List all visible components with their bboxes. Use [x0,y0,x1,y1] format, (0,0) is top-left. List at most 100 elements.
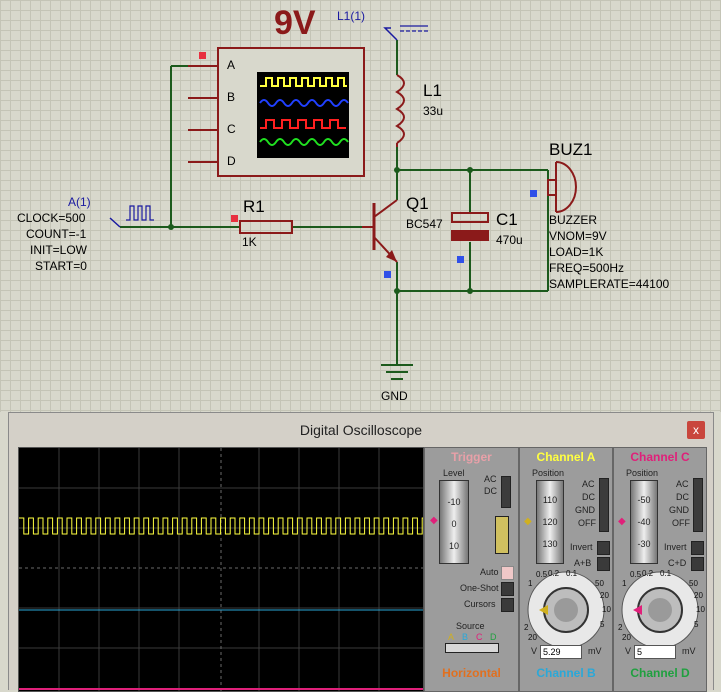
dial-tick: 2 [524,623,529,632]
level-tick: 0 [451,519,457,529]
auto-button[interactable] [501,566,514,580]
auto-label: Auto [480,567,499,577]
scope-pin-a-label: A [227,58,236,72]
supply-voltage-label: 9V [274,4,316,42]
position-tick: 130 [542,539,558,549]
cursors-button[interactable] [501,598,514,612]
dial-tick: 0.1 [660,569,672,578]
dial-tick: 50 [689,579,698,588]
channel-c-dc: DC [676,492,689,502]
channel-a-off: OFF [578,518,596,528]
scope-display[interactable] [18,447,424,692]
trigger-level-drum[interactable]: -10 0 10 [439,480,469,564]
trigger-dc-label: DC [484,486,497,496]
channel-c-gnd: GND [669,505,689,515]
one-shot-button[interactable] [501,582,514,596]
position-tick: -30 [637,539,651,549]
channel-a-panel: Channel A Position 110 120 130 ◆ AC DC G… [519,447,613,692]
transistor-ref: Q1 [406,194,429,213]
buzzer-prop: VNOM=9V [549,229,607,243]
dial-tick: 0.5 [630,570,642,579]
trigger-panel: Trigger Level -10 0 10 ◆ AC DC Auto One-… [424,447,519,692]
source-b: B [462,632,469,642]
scope-pin-b-label: B [227,90,236,104]
channel-a-unit-v: V [531,646,538,656]
dial-tick: 1 [622,579,627,588]
scope-pin-d-label: D [227,154,236,168]
dial-tick: 5 [600,620,605,629]
dial-tick: 2 [618,623,623,632]
one-shot-label: One-Shot [460,583,499,593]
position-tick: -50 [637,495,651,505]
channel-c-unit-mv: mV [682,646,696,656]
channel-a-position-label: Position [532,468,565,478]
channel-a-coupling-switch[interactable] [599,478,609,532]
channel-a-header: Channel A [536,450,596,464]
channel-c-panel: Channel C Position -50 -40 -30 ◆ AC DC G… [613,447,707,692]
dial-tick: 0.1 [566,569,578,578]
channel-a-gnd: GND [575,505,595,515]
channel-a-trace [19,517,423,535]
source-slider[interactable] [445,643,499,653]
source-a: A [448,632,455,642]
trigger-edge-switch[interactable] [495,516,509,554]
dial-tick: 0.5 [536,570,548,579]
dial-tick: 50 [595,579,604,588]
dial-tick: 0.2 [642,569,654,578]
dial-tick: 20 [694,591,703,600]
buzzer-prop: FREQ=500Hz [549,261,625,275]
channel-a-position-arrow-icon: ◆ [524,516,532,527]
channel-a-invert-label: Invert [570,542,593,552]
close-button[interactable]: x [687,421,705,439]
level-tick: -10 [447,497,461,507]
generator-prop: CLOCK=500 [17,211,86,225]
level-arrow-icon: ◆ [430,515,438,526]
ground-label: GND [381,389,408,403]
transistor-value: BC547 [406,217,443,231]
source-d: D [490,632,497,642]
channel-a-value-field[interactable]: 5.29 [540,645,582,659]
channel-c-ac: AC [676,479,689,489]
channel-a-invert-button[interactable] [597,541,610,555]
source-c: C [476,632,483,642]
channel-c-value-field[interactable]: 5 [634,645,676,659]
source-label: Source [456,621,485,631]
level-tick: 10 [448,541,459,551]
channel-a-unit-mv: mV [588,646,602,656]
inductor-value: 33u [423,104,444,118]
channel-c-coupling-switch[interactable] [693,478,703,532]
schematic-canvas[interactable]: 9V L1(1) A B C D L1 33u Q1 BC547 C1 470u… [0,0,721,412]
generator-prop: INIT=LOW [30,243,88,257]
terminal-l1-label: L1(1) [337,9,366,23]
channel-a-position-drum[interactable]: 110 120 130 [536,480,564,564]
inductor-ref: L1 [423,81,442,100]
scope-pin-c-label: C [227,122,236,136]
trigger-header: Trigger [451,450,492,464]
channel-a-dc: DC [582,492,595,502]
position-tick: 120 [542,517,558,527]
trigger-ac-label: AC [484,474,497,484]
channel-d-header: Channel D [630,666,690,680]
dial-tick: 5 [694,620,699,629]
dial-tick: 10 [602,605,611,614]
oscilloscope-window[interactable]: Digital Oscilloscope x Trigger Level -10… [8,412,714,692]
dial-tick: 20 [622,633,631,642]
channel-c-position-arrow-icon: ◆ [618,516,626,527]
trigger-level-label: Level [443,468,465,478]
capacitor-value: 470u [496,233,523,247]
dial-tick: 0.2 [548,569,560,578]
trigger-coupling-switch[interactable] [501,476,511,508]
cursors-label: Cursors [464,599,496,609]
channel-c-position-drum[interactable]: -50 -40 -30 [630,480,658,564]
dial-tick: 20 [528,633,537,642]
dial-tick: 1 [528,579,533,588]
channel-c-invert-button[interactable] [691,541,704,555]
buzzer-prop: SAMPLERATE=44100 [549,277,670,291]
channel-a-ac: AC [582,479,595,489]
generator-ref: A(1) [68,195,91,209]
buzzer-prop: LOAD=1K [549,245,604,259]
dial-tick: 10 [696,605,705,614]
oscilloscope-title: Digital Oscilloscope [299,422,423,438]
buzzer-prop: BUZZER [549,213,597,227]
position-tick: 110 [542,495,558,505]
